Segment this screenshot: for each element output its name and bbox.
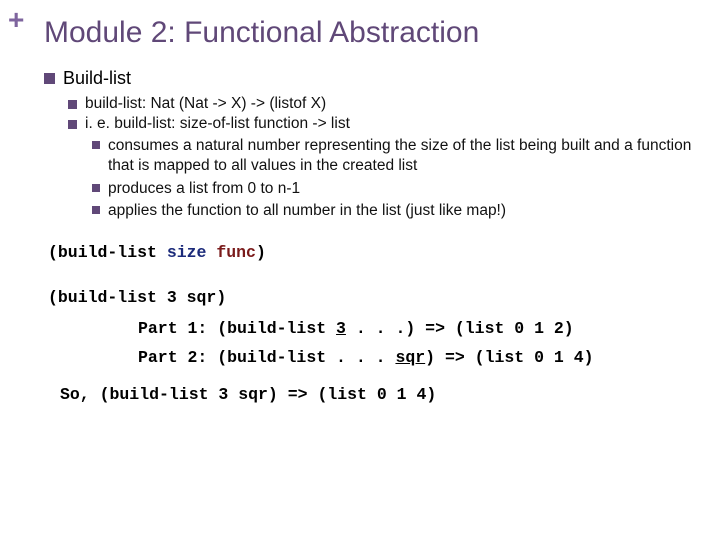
list-item: build-list: Nat (Nat -> X) -> (listof X) [68,95,692,113]
list-item: Build-list build-list: Nat (Nat -> X) ->… [44,68,692,221]
bullet-l2-text: i. e. build-list: size-of-list function … [85,115,350,133]
code-example-part1: Part 1: (build-list 3 . . .) => (list 0 … [138,319,688,338]
code-token: (build-list [217,319,336,338]
list-item: consumes a natural number representing t… [92,136,692,176]
bullet-l2-text: build-list: Nat (Nat -> X) -> (listof X) [85,95,326,113]
code-token: . . .) => (list 0 1 2) [346,319,574,338]
plus-icon: + [8,6,24,34]
square-bullet-icon [92,206,100,214]
code-arg-underlined: 3 [336,319,346,338]
page-title: Module 2: Functional Abstraction [44,16,692,50]
code-prototype: (build-list size func) [48,243,688,262]
bullet-l1-text: Build-list [63,68,131,89]
code-example: (build-list 3 sqr) Part 1: (build-list 3… [48,288,688,404]
code-arg-underlined: sqr [395,348,425,367]
square-bullet-icon [44,73,55,84]
code-token: (build-list . . . [217,348,395,367]
code-example-result: So, (build-list 3 sqr) => (list 0 1 4) [60,385,688,404]
code-example-call: (build-list 3 sqr) [48,288,688,307]
bullet-l3-text: applies the function to all number in th… [108,201,506,221]
code-token: ) [256,243,266,262]
square-bullet-icon [68,100,77,109]
code-arg-func: func [216,243,256,262]
code-arg-size: size [167,243,207,262]
code-token: (build-list [48,243,167,262]
bullet-l3-text: consumes a natural number representing t… [108,136,692,176]
code-label: Part 2: [138,348,217,367]
list-item: i. e. build-list: size-of-list function … [68,115,692,221]
list-item: applies the function to all number in th… [92,201,692,221]
code-example-part2: Part 2: (build-list . . . sqr) => (list … [138,348,688,367]
bullet-list: Build-list build-list: Nat (Nat -> X) ->… [44,68,692,221]
bullet-l3-text: produces a list from 0 to n-1 [108,179,300,199]
list-item: produces a list from 0 to n-1 [92,179,692,199]
slide: + Module 2: Functional Abstraction Build… [0,0,720,540]
square-bullet-icon [92,184,100,192]
code-label: Part 1: [138,319,217,338]
code-token: ) => (list 0 1 4) [425,348,593,367]
square-bullet-icon [92,141,100,149]
square-bullet-icon [68,120,77,129]
code-token [206,243,216,262]
